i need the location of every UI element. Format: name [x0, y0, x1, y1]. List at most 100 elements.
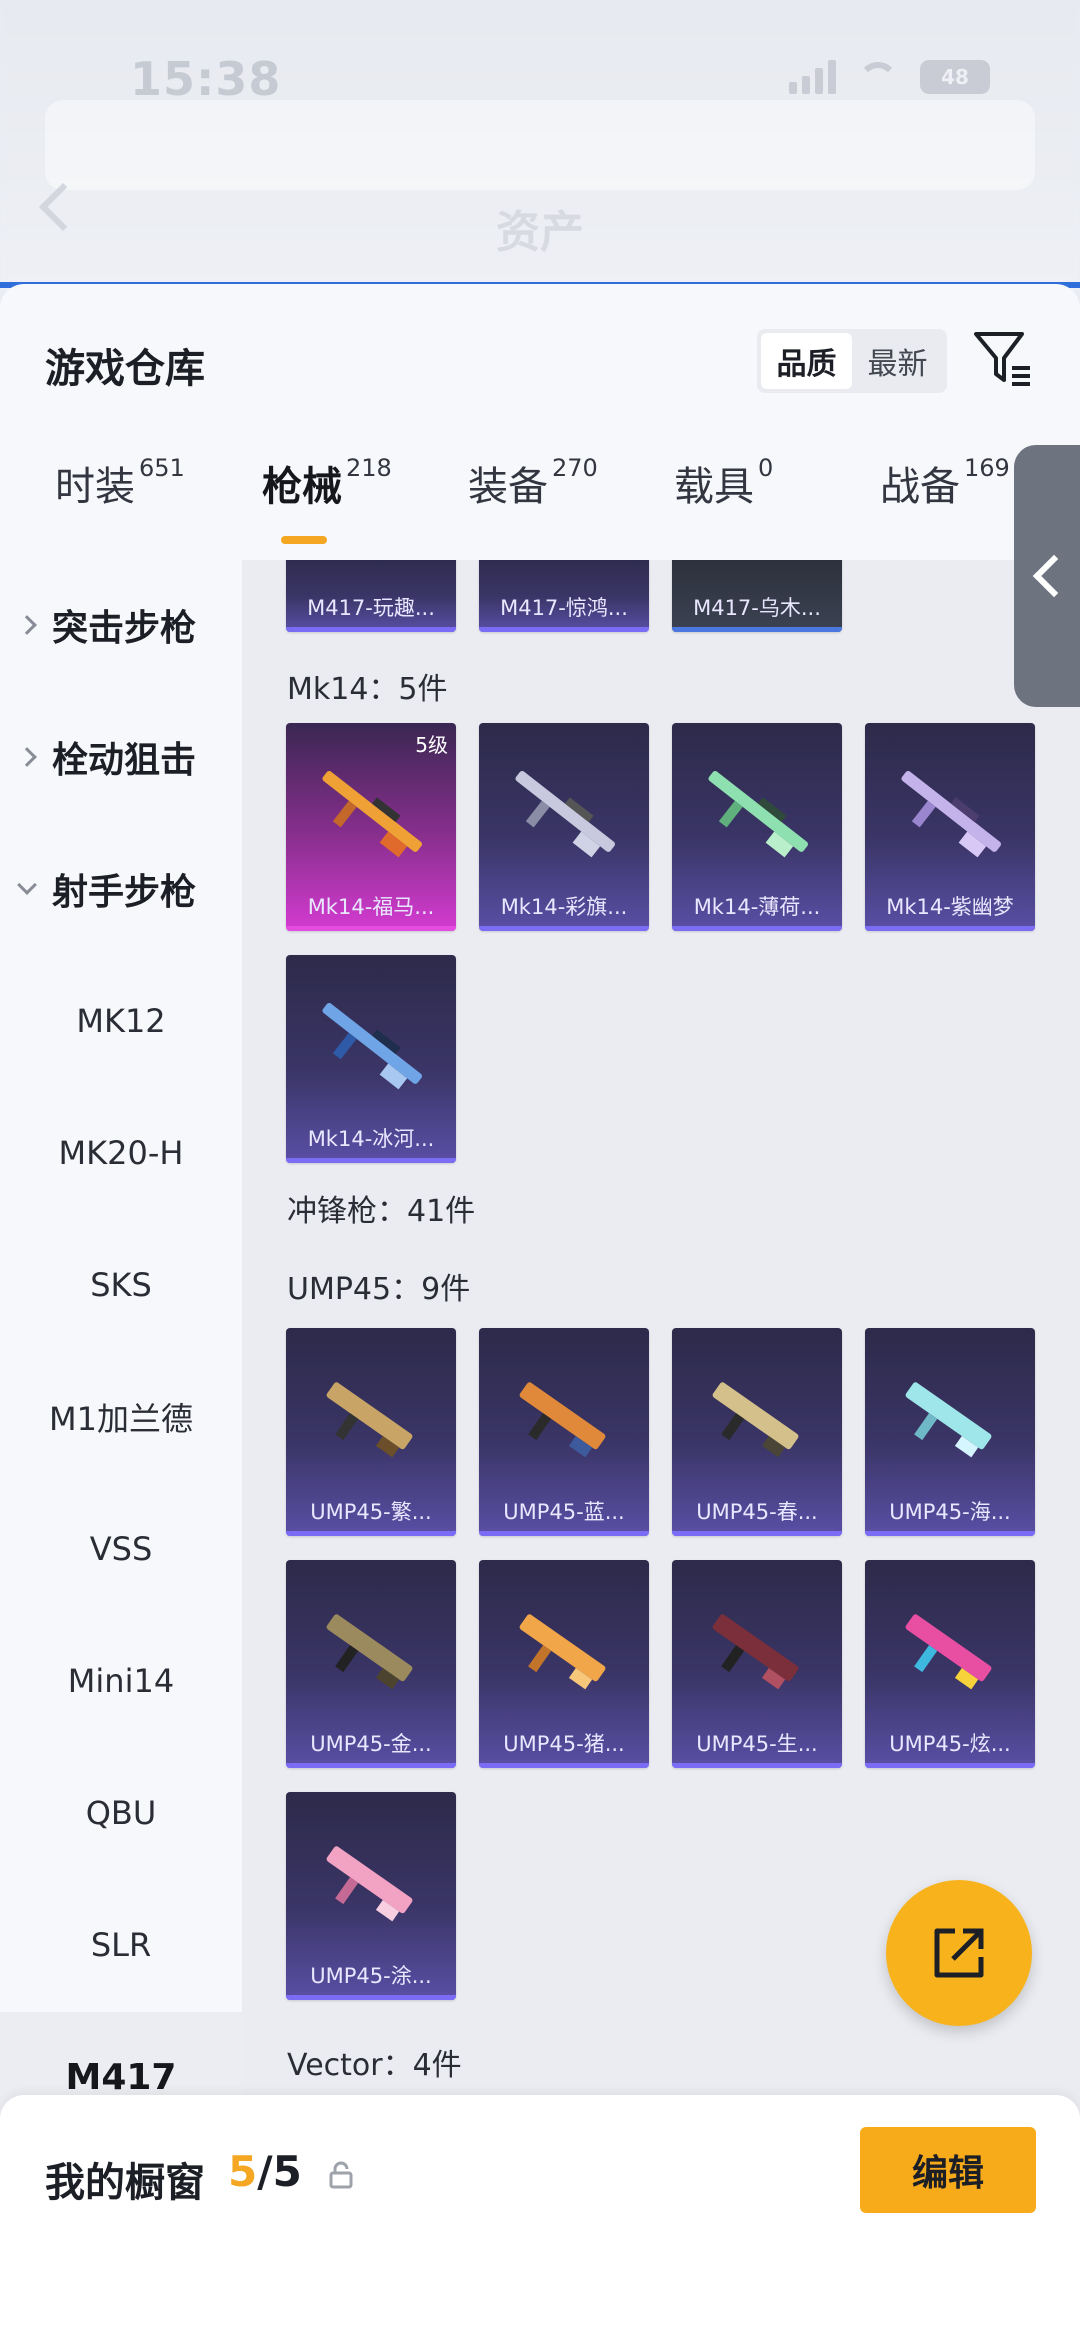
weapon-name: Mk14-福马... — [307, 895, 435, 919]
weapon-card[interactable]: Mk14-紫幽梦 — [865, 723, 1035, 931]
rifle-icon — [322, 1002, 422, 1090]
showcase-count: 5/5 — [228, 2147, 302, 2196]
wifi-icon — [858, 62, 898, 92]
weapon-card[interactable]: UMP45-春... — [672, 1328, 842, 1536]
category-tabs: 时装 651 枪械 218 装备 270 载具 0 战备 169 — [0, 424, 1080, 534]
rarity-bar — [672, 1763, 842, 1768]
warehouse-sheet: 游戏仓库 品质 最新 时装 651 枪械 218 装备 270 载具 0 战备 … — [0, 284, 1080, 2341]
tab-label: 载具 — [674, 464, 754, 510]
showcase-label: 我的橱窗 — [45, 2160, 205, 2206]
share-button[interactable] — [886, 1880, 1032, 2026]
showcase-current: 5 — [228, 2147, 258, 2196]
weapon-card[interactable]: 5级 Mk14-福马... — [286, 723, 456, 931]
smg-icon — [326, 1614, 413, 1690]
rifle-icon — [515, 770, 615, 858]
tab-supplies[interactable]: 战备 169 — [880, 424, 1010, 534]
battery-icon: 48 — [920, 60, 990, 94]
collapse-handle[interactable] — [1014, 445, 1080, 707]
tab-count: 169 — [964, 454, 1010, 482]
tab-label: 枪械 — [262, 464, 342, 510]
rifle-icon — [901, 770, 1001, 858]
weapon-name: Mk14-冰河... — [307, 1127, 435, 1151]
weapon-card[interactable]: UMP45-蓝... — [479, 1328, 649, 1536]
weapon-name: UMP45-海... — [889, 1500, 1011, 1524]
sidebar-item-slr[interactable]: SLR — [0, 1880, 242, 2010]
showcase-bar: 我的橱窗 5/5 编辑 — [0, 2095, 1080, 2341]
weapon-card[interactable]: Mk14-薄荷... — [672, 723, 842, 931]
tab-label: 时装 — [55, 464, 135, 510]
smg-icon — [326, 1382, 413, 1458]
edit-button[interactable]: 编辑 — [860, 2127, 1036, 2213]
sidebar-item-mk12[interactable]: MK12 — [0, 956, 242, 1086]
weapon-card[interactable]: UMP45-生... — [672, 1560, 842, 1768]
lock-icon — [329, 2161, 353, 2189]
sort-quality[interactable]: 品质 — [761, 333, 852, 389]
weapon-card[interactable]: Mk14-冰河... — [286, 955, 456, 1163]
sidebar-item-mk20h[interactable]: MK20-H — [0, 1088, 242, 1218]
tab-count: 651 — [139, 454, 185, 482]
weapon-card[interactable]: UMP45-炫... — [865, 1560, 1035, 1768]
smg-icon — [326, 1846, 413, 1922]
rarity-bar — [479, 1531, 649, 1536]
filter-icon[interactable] — [972, 328, 1034, 390]
rarity-bar — [286, 1763, 456, 1768]
tab-firearms[interactable]: 枪械 218 — [262, 424, 392, 534]
rarity-bar — [286, 1995, 456, 2000]
rarity-bar — [865, 926, 1035, 931]
weapon-name: UMP45-繁... — [310, 1500, 432, 1524]
weapon-name: UMP45-蓝... — [503, 1500, 625, 1524]
tab-vehicles[interactable]: 载具 0 — [674, 424, 773, 534]
weapon-card[interactable]: UMP45-繁... — [286, 1328, 456, 1536]
smg-icon — [519, 1614, 606, 1690]
weapon-name: UMP45-春... — [696, 1500, 818, 1524]
rarity-bar — [672, 1531, 842, 1536]
sort-newest[interactable]: 最新 — [852, 333, 943, 389]
group-label-ump45: UMP45：9件 — [287, 1272, 471, 1307]
sidebar-category-marksman-rifle[interactable]: 射手步枪 — [0, 824, 242, 954]
chevron-right-icon — [17, 747, 37, 767]
ghost-bar — [45, 100, 1035, 190]
weapon-card[interactable]: Mk14-彩旗... — [479, 723, 649, 931]
sort-toggle: 品质 最新 — [757, 329, 947, 393]
weapon-card[interactable]: M417-玩趣... — [286, 560, 456, 632]
sidebar-item-vss[interactable]: VSS — [0, 1484, 242, 1614]
weapon-card[interactable]: M417-乌木... — [672, 560, 842, 632]
page-title: 资产 — [496, 207, 584, 258]
chevron-right-icon — [17, 615, 37, 635]
group-label-vector: Vector：4件 — [287, 2048, 462, 2083]
smg-icon — [712, 1382, 799, 1458]
rarity-bar — [865, 1531, 1035, 1536]
share-icon — [934, 1928, 984, 1978]
weapon-name: M417-乌木... — [693, 596, 821, 620]
sidebar-category-assault-rifle[interactable]: 突击步枪 — [0, 560, 242, 690]
sidebar-category-bolt-sniper[interactable]: 栓动狙击 — [0, 692, 242, 822]
weapon-name: UMP45-金... — [310, 1732, 432, 1756]
weapon-name: UMP45-涂... — [310, 1964, 432, 1988]
sheet-title: 游戏仓库 — [45, 346, 205, 392]
sidebar-item-qbu[interactable]: QBU — [0, 1748, 242, 1878]
sidebar-category-label: 射手步枪 — [52, 872, 197, 913]
sidebar-item-mini14[interactable]: Mini14 — [0, 1616, 242, 1746]
tab-fashion[interactable]: 时装 651 — [55, 424, 185, 534]
weapon-card[interactable]: UMP45-猪... — [479, 1560, 649, 1768]
weapon-card[interactable]: M417-惊鸿... — [479, 560, 649, 632]
weapon-name: UMP45-猪... — [503, 1732, 625, 1756]
smg-icon — [905, 1614, 992, 1690]
chevron-left-icon — [1032, 554, 1076, 598]
weapon-sidebar: 突击步枪 栓动狙击 射手步枪 MK12 MK20-H SKS M1加兰德 VSS… — [0, 560, 242, 2300]
sidebar-item-m1-garand[interactable]: M1加兰德 — [0, 1352, 242, 1482]
chevron-down-icon — [17, 875, 37, 895]
weapon-name: Mk14-彩旗... — [500, 895, 628, 919]
tab-label: 装备 — [468, 464, 548, 510]
rarity-bar — [672, 926, 842, 931]
weapon-card[interactable]: UMP45-金... — [286, 1560, 456, 1768]
weapon-card[interactable]: UMP45-涂... — [286, 1792, 456, 2000]
tab-count: 218 — [346, 454, 392, 482]
tab-count: 0 — [758, 454, 774, 482]
sidebar-item-sks[interactable]: SKS — [0, 1220, 242, 1350]
weapon-card[interactable]: UMP45-海... — [865, 1328, 1035, 1536]
tab-equipment[interactable]: 装备 270 — [468, 424, 598, 534]
rarity-bar — [286, 1531, 456, 1536]
group-label-mk14: Mk14：5件 — [287, 672, 448, 707]
signal-icon — [789, 60, 836, 94]
